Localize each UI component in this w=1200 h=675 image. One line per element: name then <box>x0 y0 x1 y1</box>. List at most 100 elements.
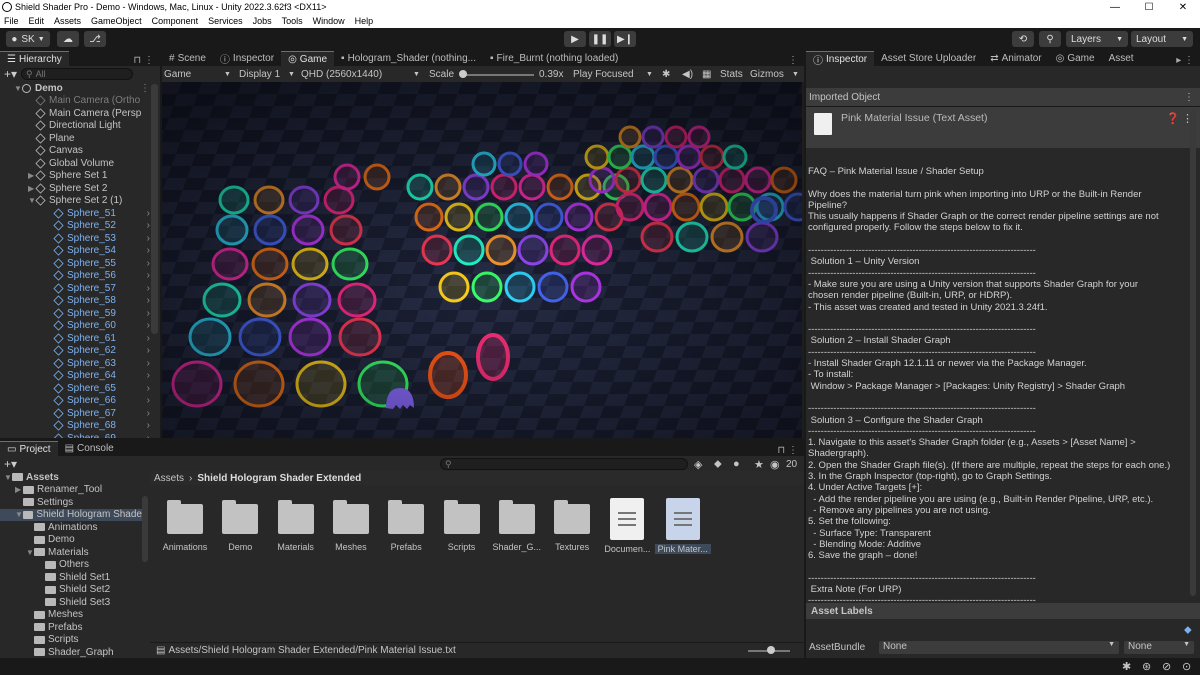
chevron-right-icon[interactable]: › <box>147 270 150 281</box>
hierarchy-item-sphere[interactable]: Sphere_57 › <box>0 282 150 295</box>
tab-game-right[interactable]: ◎ Game <box>1049 51 1102 66</box>
layers-dropdown[interactable]: Layers ▼ <box>1066 31 1128 47</box>
menu-edit[interactable]: Edit <box>29 16 45 26</box>
menu-gameobject[interactable]: GameObject <box>91 16 142 26</box>
project-tree-item[interactable]: Shader_Graph <box>0 646 142 658</box>
hierarchy-item-sphere[interactable]: Sphere_62 › <box>0 345 150 358</box>
help-icon[interactable]: ❓ <box>1166 112 1180 125</box>
project-tree-item[interactable]: ▼ Materials <box>0 546 142 559</box>
menu-help[interactable]: Help <box>355 16 374 26</box>
chevron-right-icon[interactable]: › <box>147 208 150 219</box>
tab-game[interactable]: ◎ Game <box>281 51 335 66</box>
asset-item[interactable]: Materials <box>268 500 324 552</box>
notification-icon[interactable]: ⊙ <box>1182 660 1191 673</box>
project-tree-item[interactable]: Animations <box>0 521 142 534</box>
project-tree-item[interactable]: Shield Set3 <box>0 596 142 609</box>
hierarchy-item[interactable]: ▼ Sphere Set 2 (1) <box>0 195 150 208</box>
label-tag-icon[interactable]: ⬥ <box>1184 624 1192 637</box>
chevron-right-icon[interactable]: › <box>147 395 150 406</box>
pause-button[interactable]: ❚❚ <box>589 31 611 47</box>
tab-inspector-center[interactable]: ⓘ Inspector <box>213 51 281 66</box>
project-tree-item[interactable]: Meshes <box>0 609 142 622</box>
chevron-right-icon[interactable]: › <box>147 408 150 419</box>
chevron-right-icon[interactable]: › <box>147 220 150 231</box>
label-icon[interactable]: ⬥ <box>714 458 722 471</box>
scale-slider-handle[interactable] <box>459 70 467 78</box>
project-tree-scrollbar[interactable] <box>142 496 148 562</box>
chevron-right-icon[interactable]: › <box>147 320 150 331</box>
tab-inspector[interactable]: ⓘ Inspector <box>806 51 875 67</box>
tab-asset-store-uploader[interactable]: Asset Store Uploader <box>874 51 983 66</box>
project-tree-item[interactable]: Prefabs <box>0 621 142 634</box>
asset-item[interactable]: Shader_G... <box>489 500 545 552</box>
breadcrumb-assets[interactable]: Assets <box>154 473 184 484</box>
center-menu-icon[interactable]: ⋮ <box>782 55 804 66</box>
chevron-right-icon[interactable]: › <box>147 358 150 369</box>
layout-dropdown[interactable]: Layout ▼ <box>1131 31 1193 47</box>
hierarchy-item-sphere[interactable]: Sphere_63 › <box>0 357 150 370</box>
hierarchy-item-sphere[interactable]: Sphere_51 › <box>0 207 150 220</box>
chevron-right-icon[interactable]: › <box>147 283 150 294</box>
hierarchy-item[interactable]: Main Camera (Persp <box>0 107 150 120</box>
asset-item[interactable]: Animations <box>157 500 213 552</box>
asset-item[interactable]: Textures <box>544 500 600 552</box>
breadcrumb-current[interactable]: Shield Hologram Shader Extended <box>197 473 361 484</box>
play-focused-dropdown[interactable]: Play Focused <box>573 69 634 80</box>
menu-assets[interactable]: Assets <box>54 16 81 26</box>
lock-icon[interactable]: ⊓ ⋮ <box>127 55 160 66</box>
inspector-scrollbar[interactable] <box>1190 110 1196 596</box>
asset-item[interactable]: Prefabs <box>378 500 434 552</box>
hierarchy-item[interactable]: Canvas <box>0 145 150 158</box>
audio-icon[interactable]: ◀) <box>682 69 693 80</box>
game-viewport[interactable] <box>162 82 802 438</box>
project-tree-item[interactable]: Others <box>0 559 142 572</box>
project-tree-item[interactable]: Demo <box>0 534 142 547</box>
project-tree-item[interactable]: ▼ Assets <box>0 471 142 484</box>
tab-fire-burnt[interactable]: ▪ Fire_Burnt (nothing loaded) <box>483 51 625 66</box>
resolution-dropdown[interactable]: QHD (2560x1440) <box>301 69 382 80</box>
bug-icon[interactable]: ✱ <box>662 69 670 80</box>
chevron-right-icon[interactable]: › <box>147 258 150 269</box>
tab-console[interactable]: ▤ Console <box>58 441 121 456</box>
asset-item[interactable]: Pink Mater... <box>654 498 711 554</box>
chevron-right-icon[interactable]: › <box>147 433 150 438</box>
create-button[interactable]: +▾ <box>4 457 17 471</box>
tab-asset[interactable]: Asset <box>1102 51 1141 66</box>
collab-icon[interactable]: ⎇ <box>84 31 106 47</box>
maximize-button[interactable]: ☐ <box>1132 2 1166 13</box>
hierarchy-item-sphere[interactable]: Sphere_67 › <box>0 407 150 420</box>
hierarchy-item-sphere[interactable]: Sphere_68 › <box>0 420 150 433</box>
hierarchy-item-sphere[interactable]: Sphere_61 › <box>0 332 150 345</box>
step-button[interactable]: ▶❙ <box>614 31 636 47</box>
hierarchy-item-sphere[interactable]: Sphere_58 › <box>0 295 150 308</box>
hierarchy-item[interactable]: Main Camera (Ortho <box>0 95 150 108</box>
scale-slider[interactable] <box>462 74 534 76</box>
hierarchy-item-sphere[interactable]: Sphere_64 › <box>0 370 150 383</box>
asset-item[interactable]: Scripts <box>434 500 490 552</box>
close-button[interactable]: ✕ <box>1166 2 1200 13</box>
assetbundle-dropdown[interactable]: None ▼ <box>879 641 1119 654</box>
stats-button[interactable]: Stats <box>720 69 743 80</box>
assetbundle-variant-dropdown[interactable]: None ▼ <box>1124 641 1194 654</box>
hidden-packages-icon[interactable]: ◉ <box>770 458 780 471</box>
hierarchy-item-sphere[interactable]: Sphere_56 › <box>0 270 150 283</box>
expand-arrow-icon[interactable]: ▼ <box>15 510 23 519</box>
tab-project[interactable]: ▭ Project <box>0 441 58 456</box>
chevron-right-icon[interactable]: › <box>147 245 150 256</box>
chevron-right-icon[interactable]: › <box>147 233 150 244</box>
hierarchy-item-sphere[interactable]: Sphere_54 › <box>0 245 150 258</box>
expand-arrow-icon[interactable]: ▼ <box>14 84 22 93</box>
network-icon[interactable]: ⊛ <box>1142 660 1151 673</box>
chevron-right-icon[interactable]: › <box>147 420 150 431</box>
hierarchy-item-sphere[interactable]: Sphere_53 › <box>0 232 150 245</box>
project-tree-item[interactable]: Scripts <box>0 634 142 647</box>
icon-size-handle[interactable] <box>767 646 775 654</box>
collab-status-icon[interactable]: ⊘ <box>1162 660 1171 673</box>
chevron-right-icon[interactable]: › <box>147 308 150 319</box>
expand-arrow-icon[interactable]: ▼ <box>26 548 34 557</box>
hierarchy-item-sphere[interactable]: Sphere_60 › <box>0 320 150 333</box>
hierarchy-scrollbar[interactable] <box>151 84 158 334</box>
cloud-icon[interactable]: ☁ <box>57 31 79 47</box>
tab-animator[interactable]: ⇄ Animator <box>983 51 1048 66</box>
project-tree-item[interactable]: ▼ Shield Hologram Shade <box>0 508 142 521</box>
